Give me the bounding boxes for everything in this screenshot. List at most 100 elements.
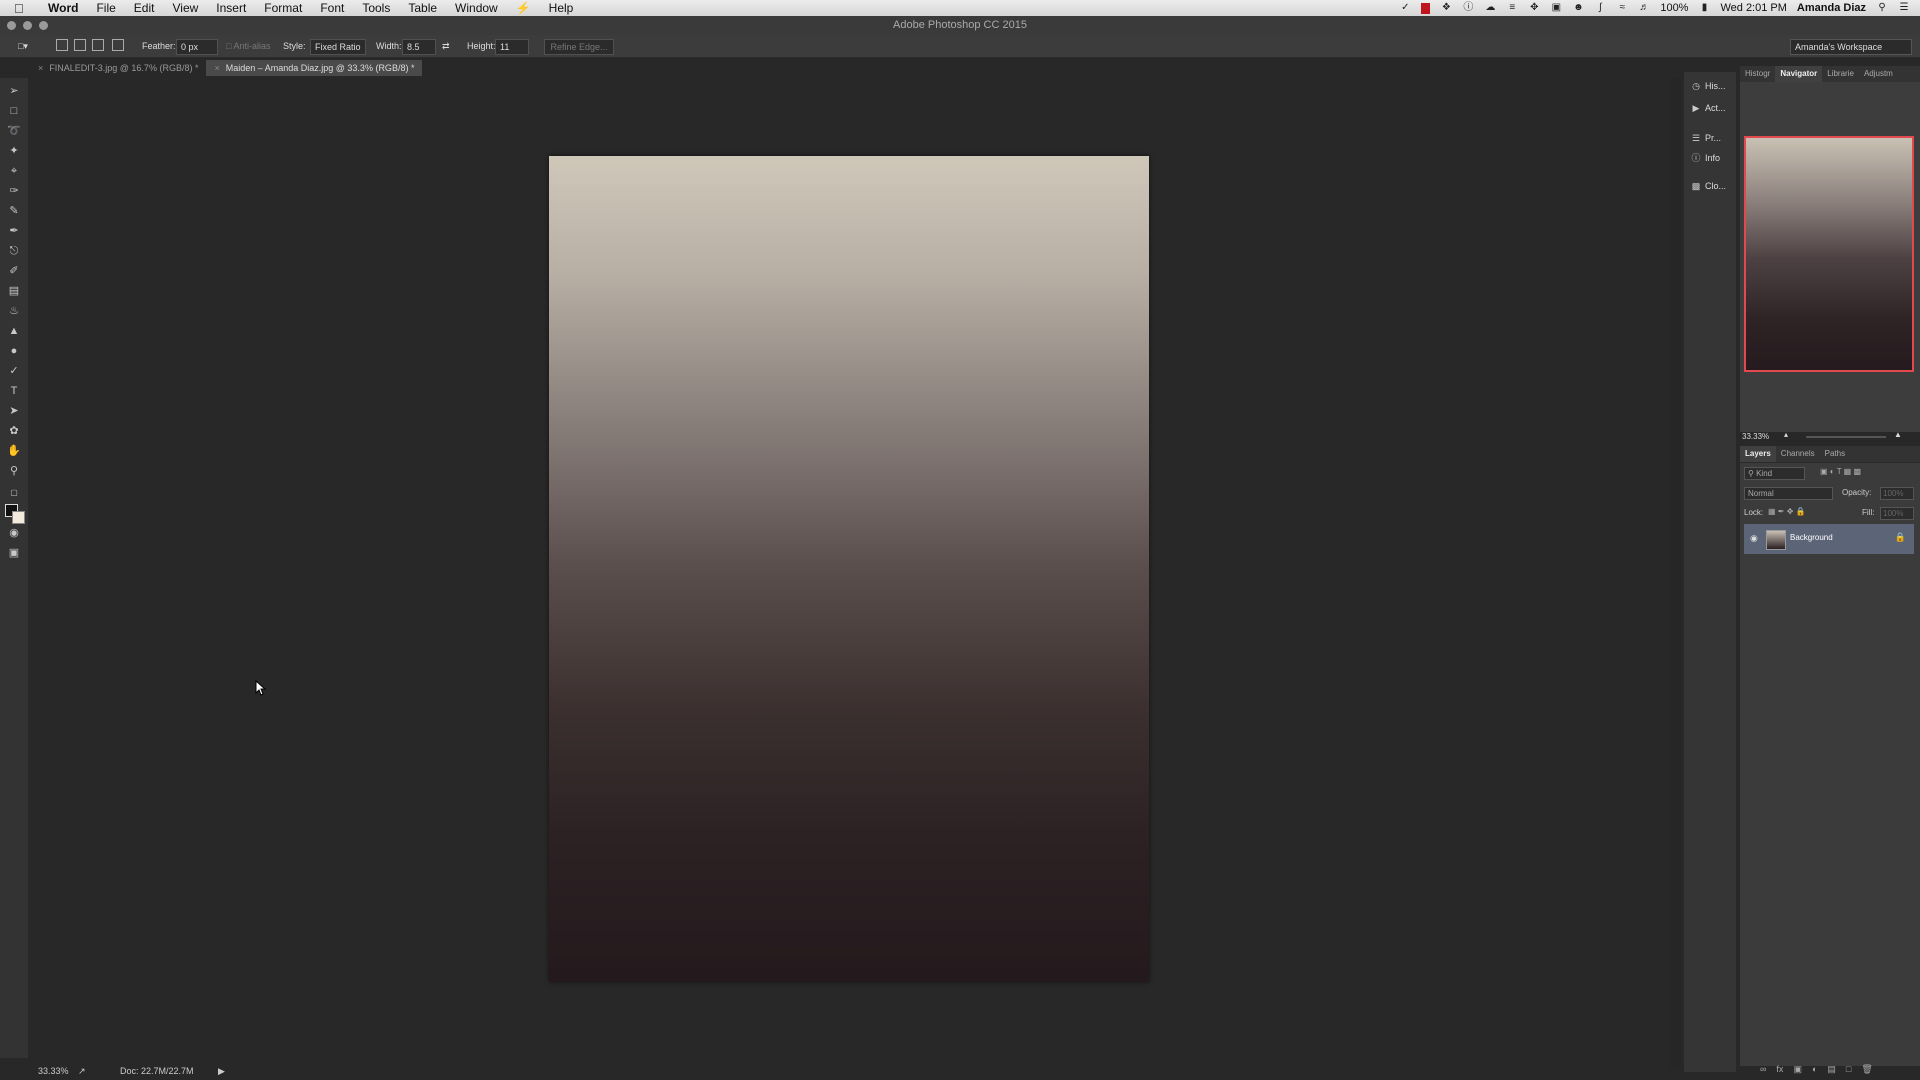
cloud-icon[interactable]: ☁ [1484, 3, 1496, 13]
actions-panel-button[interactable]: ▶ Act... [1690, 100, 1732, 116]
menu-tools[interactable]: Tools [362, 1, 390, 15]
dodge-tool-icon[interactable]: ● [7, 344, 21, 358]
display-icon[interactable]: ▣ [1550, 3, 1562, 13]
menu-app-word[interactable]: Word [48, 1, 78, 15]
layer-row-background[interactable]: ◉ Background 🔒 [1744, 524, 1914, 554]
menu-format[interactable]: Format [264, 1, 302, 15]
history-brush-tool-icon[interactable]: ✐ [7, 264, 21, 278]
eyedropper-tool-icon[interactable]: ✑ [7, 184, 21, 198]
zoom-out-icon[interactable]: ▴ [1784, 430, 1788, 439]
menu-edit[interactable]: Edit [134, 1, 155, 15]
canvas-vertical-scrollbar[interactable] [1670, 78, 1682, 1068]
screen-mode-icon[interactable]: ▣ [7, 546, 21, 560]
new-group-icon[interactable]: ▤ [1827, 1064, 1836, 1078]
new-layer-icon[interactable]: □ [1846, 1064, 1851, 1078]
path-selection-tool-icon[interactable]: ➤ [7, 404, 21, 418]
move-tool-icon[interactable]: ➢ [7, 84, 21, 98]
menu-help[interactable]: Help [549, 1, 574, 15]
swap-dimensions-icon[interactable]: ⇄ [442, 39, 450, 53]
share-icon[interactable]: ↗ [78, 1066, 86, 1077]
marquee-tool-preset-icon[interactable]: □▾ [18, 39, 28, 53]
history-panel-button[interactable]: ◷ His... [1690, 78, 1732, 94]
height-input[interactable]: 11 [495, 39, 529, 55]
zoom-tool-icon[interactable]: ⚲ [7, 464, 21, 478]
eraser-tool-icon[interactable]: ▤ [7, 284, 21, 298]
type-tool-icon[interactable]: T [7, 384, 21, 398]
visibility-eye-icon[interactable]: ◉ [1750, 533, 1758, 544]
people-icon[interactable]: ☻ [1572, 3, 1584, 13]
menu-table[interactable]: Table [408, 1, 437, 15]
fill-input[interactable]: 100% [1880, 507, 1914, 520]
menu-insert[interactable]: Insert [216, 1, 246, 15]
custom-shape-tool-icon[interactable]: ✿ [7, 424, 21, 438]
tab-paths[interactable]: Paths [1820, 446, 1850, 462]
menu-view[interactable]: View [172, 1, 198, 15]
magic-wand-tool-icon[interactable]: ✦ [7, 144, 21, 158]
bars-icon[interactable]: ≡ [1506, 3, 1518, 13]
clone-stamp-tool-icon[interactable]: ⎋ [7, 244, 21, 258]
check-status-icon[interactable]: ✓ [1399, 3, 1411, 13]
hand-tool-icon[interactable]: ✋ [7, 444, 21, 458]
script-menu-icon[interactable]: ⚡ [516, 1, 531, 15]
menu-font[interactable]: Font [320, 1, 344, 15]
healing-brush-tool-icon[interactable]: ✎ [7, 204, 21, 218]
tab-adjustments[interactable]: Adjustm [1859, 66, 1898, 82]
default-colors-icon[interactable]: ▢ [7, 486, 21, 500]
blur-tool-icon[interactable]: ▲ [7, 324, 21, 338]
red-app-icon[interactable] [1421, 2, 1431, 14]
navigator-zoom-slider[interactable] [1806, 436, 1886, 438]
apple-menu-icon[interactable]:  [14, 1, 30, 16]
antialias-checkbox[interactable]: □ Anti-alias [226, 39, 270, 53]
battery-icon[interactable]: ▮ [1698, 3, 1710, 13]
document-canvas[interactable] [549, 156, 1149, 982]
tab-layers[interactable]: Layers [1740, 446, 1776, 462]
feather-input[interactable]: 0 px [176, 39, 218, 55]
filter-icons[interactable]: ▣ ◐ T ▦ ▩ [1820, 467, 1861, 476]
marquee-tool-icon[interactable]: □ [7, 104, 21, 118]
close-window-button[interactable] [7, 21, 16, 30]
status-zoom[interactable]: 33.33% [38, 1066, 69, 1076]
layer-style-icon[interactable]: fx [1776, 1064, 1783, 1078]
spotlight-search-icon[interactable]: ⚲ [1876, 3, 1888, 13]
blend-mode-select[interactable]: Normal [1744, 487, 1833, 500]
style-select[interactable]: Fixed Ratio [310, 39, 366, 55]
zoom-in-icon[interactable]: ▲ [1894, 430, 1902, 439]
close-tab-icon[interactable]: × [38, 63, 43, 73]
subtract-selection-icon[interactable] [92, 39, 104, 53]
filter-kind-select[interactable]: ⚲ Kind [1744, 467, 1805, 480]
properties-panel-button[interactable]: ☰ Pr... [1690, 130, 1732, 146]
tab-navigator[interactable]: Navigator [1775, 66, 1823, 82]
user-name[interactable]: Amanda Diaz [1797, 2, 1866, 14]
pen-tool-icon[interactable]: ✓ [7, 364, 21, 378]
link-layers-icon[interactable]: ∞ [1760, 1064, 1766, 1078]
brush-tool-icon[interactable]: ✒ [7, 224, 21, 238]
volume-icon[interactable]: ♬ [1638, 3, 1650, 13]
new-selection-icon[interactable] [56, 39, 68, 53]
notification-center-icon[interactable]: ☰ [1898, 3, 1910, 13]
workspace-switcher[interactable]: Amanda's Workspace [1790, 39, 1912, 55]
status-menu-arrow-icon[interactable]: ▶ [218, 1066, 225, 1077]
navigator-zoom-value[interactable]: 33.33% [1742, 432, 1769, 441]
adjustment-layer-icon[interactable]: ◐ [1812, 1064, 1817, 1078]
tab-maiden[interactable]: × Maiden – Amanda Diaz.jpg @ 33.3% (RGB/8… [206, 60, 423, 76]
wifi-icon[interactable]: ≈ [1616, 3, 1628, 13]
navigator-view-box[interactable] [1744, 136, 1914, 372]
intersect-selection-icon[interactable] [112, 39, 124, 53]
tab-finaledit[interactable]: × FINALEDIT-3.jpg @ 16.7% (RGB/8) * [30, 60, 206, 76]
lasso-tool-icon[interactable]: ➰ [7, 124, 21, 138]
tab-histogram[interactable]: Histogr [1740, 66, 1775, 82]
refine-edge-button[interactable]: Refine Edge... [544, 39, 614, 55]
move-icon[interactable]: ✥ [1528, 3, 1540, 13]
tab-libraries[interactable]: Librarie [1822, 66, 1859, 82]
tab-channels[interactable]: Channels [1776, 446, 1820, 462]
menu-window[interactable]: Window [455, 1, 498, 15]
minimize-window-button[interactable] [23, 21, 32, 30]
close-tab-icon[interactable]: × [214, 63, 219, 73]
lock-icons[interactable]: ▦ ✒ ✥ 🔒 [1768, 507, 1806, 516]
zoom-window-button[interactable] [39, 21, 48, 30]
width-input[interactable]: 8.5 [402, 39, 436, 55]
bluetooth-icon[interactable]: ∫ [1594, 3, 1606, 13]
info-panel-button[interactable]: ⓘ Info [1690, 150, 1732, 166]
info-status-icon[interactable]: ⓘ [1462, 3, 1474, 13]
menu-file[interactable]: File [96, 1, 115, 15]
